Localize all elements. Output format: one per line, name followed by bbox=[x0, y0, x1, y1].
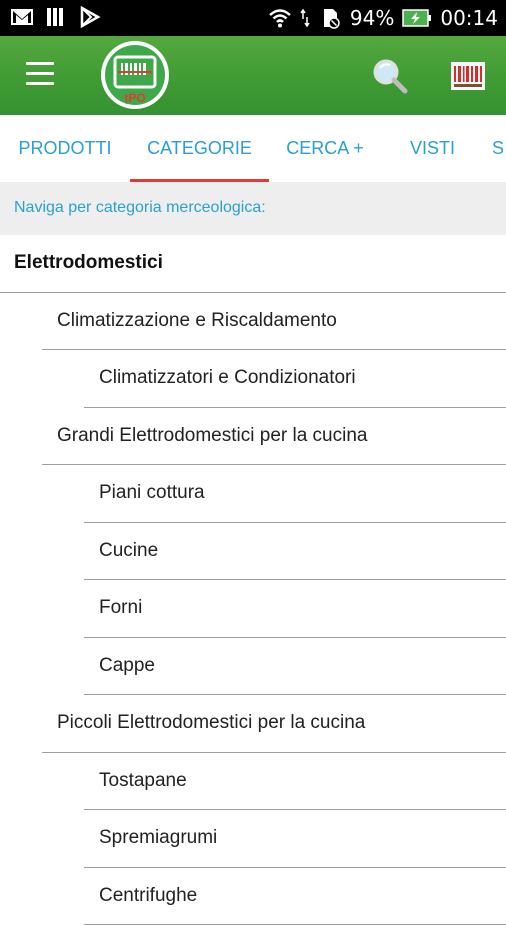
category-item-label: Grandi Elettrodomestici per la cucina bbox=[57, 408, 367, 464]
section-header-text: Naviga per categoria merceologica: bbox=[14, 199, 266, 217]
data-icon bbox=[300, 7, 310, 29]
section-header: Naviga per categoria merceologica: bbox=[0, 182, 506, 235]
category-item[interactable]: Elettrodomestici bbox=[0, 235, 506, 293]
tab-prodotti[interactable]: PRODOTTI bbox=[0, 115, 130, 182]
status-bar: 94% 00:14 bbox=[0, 0, 506, 36]
category-item[interactable]: Piccoli Elettrodomestici per la cucina bbox=[42, 695, 506, 753]
menu-icon[interactable] bbox=[26, 62, 54, 86]
category-item[interactable]: Grandi Elettrodomestici per la cucina bbox=[42, 408, 506, 466]
wifi-icon bbox=[268, 7, 292, 29]
app-bar: tPO bbox=[0, 36, 506, 115]
logo-text: tPO bbox=[124, 91, 145, 105]
category-item-label: Climatizzatori e Condizionatori bbox=[99, 350, 356, 406]
category-list: ElettrodomesticiClimatizzazione e Riscal… bbox=[0, 235, 506, 925]
category-item-label: Climatizzazione e Riscaldamento bbox=[57, 293, 337, 349]
category-item[interactable]: Spremiagrumi bbox=[84, 810, 506, 868]
search-icon[interactable] bbox=[370, 56, 410, 96]
category-item-label: Cappe bbox=[99, 638, 155, 694]
category-item[interactable]: Centrifughe bbox=[84, 868, 506, 925]
play-store-icon bbox=[78, 6, 102, 28]
category-item[interactable]: Cappe bbox=[84, 638, 506, 696]
battery-charging-icon bbox=[402, 7, 432, 29]
category-item-label: Elettrodomestici bbox=[14, 235, 163, 291]
status-bar-system: 94% 00:14 bbox=[268, 6, 498, 30]
category-item-label: Centrifughe bbox=[99, 868, 197, 924]
category-item[interactable]: Climatizzatori e Condizionatori bbox=[84, 350, 506, 408]
category-item[interactable]: Cucine bbox=[84, 523, 506, 581]
tab-visti[interactable]: VISTI bbox=[381, 115, 484, 182]
no-sim-icon bbox=[318, 7, 342, 29]
barcode-icon[interactable] bbox=[448, 56, 488, 96]
category-item[interactable]: Tostapane bbox=[84, 753, 506, 811]
category-item-label: Tostapane bbox=[99, 753, 187, 809]
category-item-label: Piccoli Elettrodomestici per la cucina bbox=[57, 695, 365, 751]
battery-percent: 94% bbox=[350, 6, 394, 30]
category-item-label: Spremiagrumi bbox=[99, 810, 217, 866]
category-item[interactable]: Climatizzazione e Riscaldamento bbox=[42, 293, 506, 351]
gmail-icon bbox=[10, 6, 34, 28]
tab-cerca[interactable]: CERCA + bbox=[269, 115, 381, 182]
category-tabs: PRODOTTI CATEGORIE CERCA + VISTI S bbox=[0, 115, 506, 182]
sim-icon bbox=[44, 6, 68, 28]
clock: 00:14 bbox=[440, 6, 498, 30]
app-logo: tPO bbox=[100, 40, 170, 110]
category-item-label: Cucine bbox=[99, 523, 158, 579]
tab-categorie[interactable]: CATEGORIE bbox=[130, 115, 269, 182]
category-item-label: Forni bbox=[99, 580, 142, 636]
status-bar-notifications bbox=[10, 6, 102, 28]
category-item-label: Piani cottura bbox=[99, 465, 205, 521]
category-item[interactable]: Forni bbox=[84, 580, 506, 638]
tab-partial[interactable]: S bbox=[492, 115, 506, 182]
category-item[interactable]: Piani cottura bbox=[84, 465, 506, 523]
